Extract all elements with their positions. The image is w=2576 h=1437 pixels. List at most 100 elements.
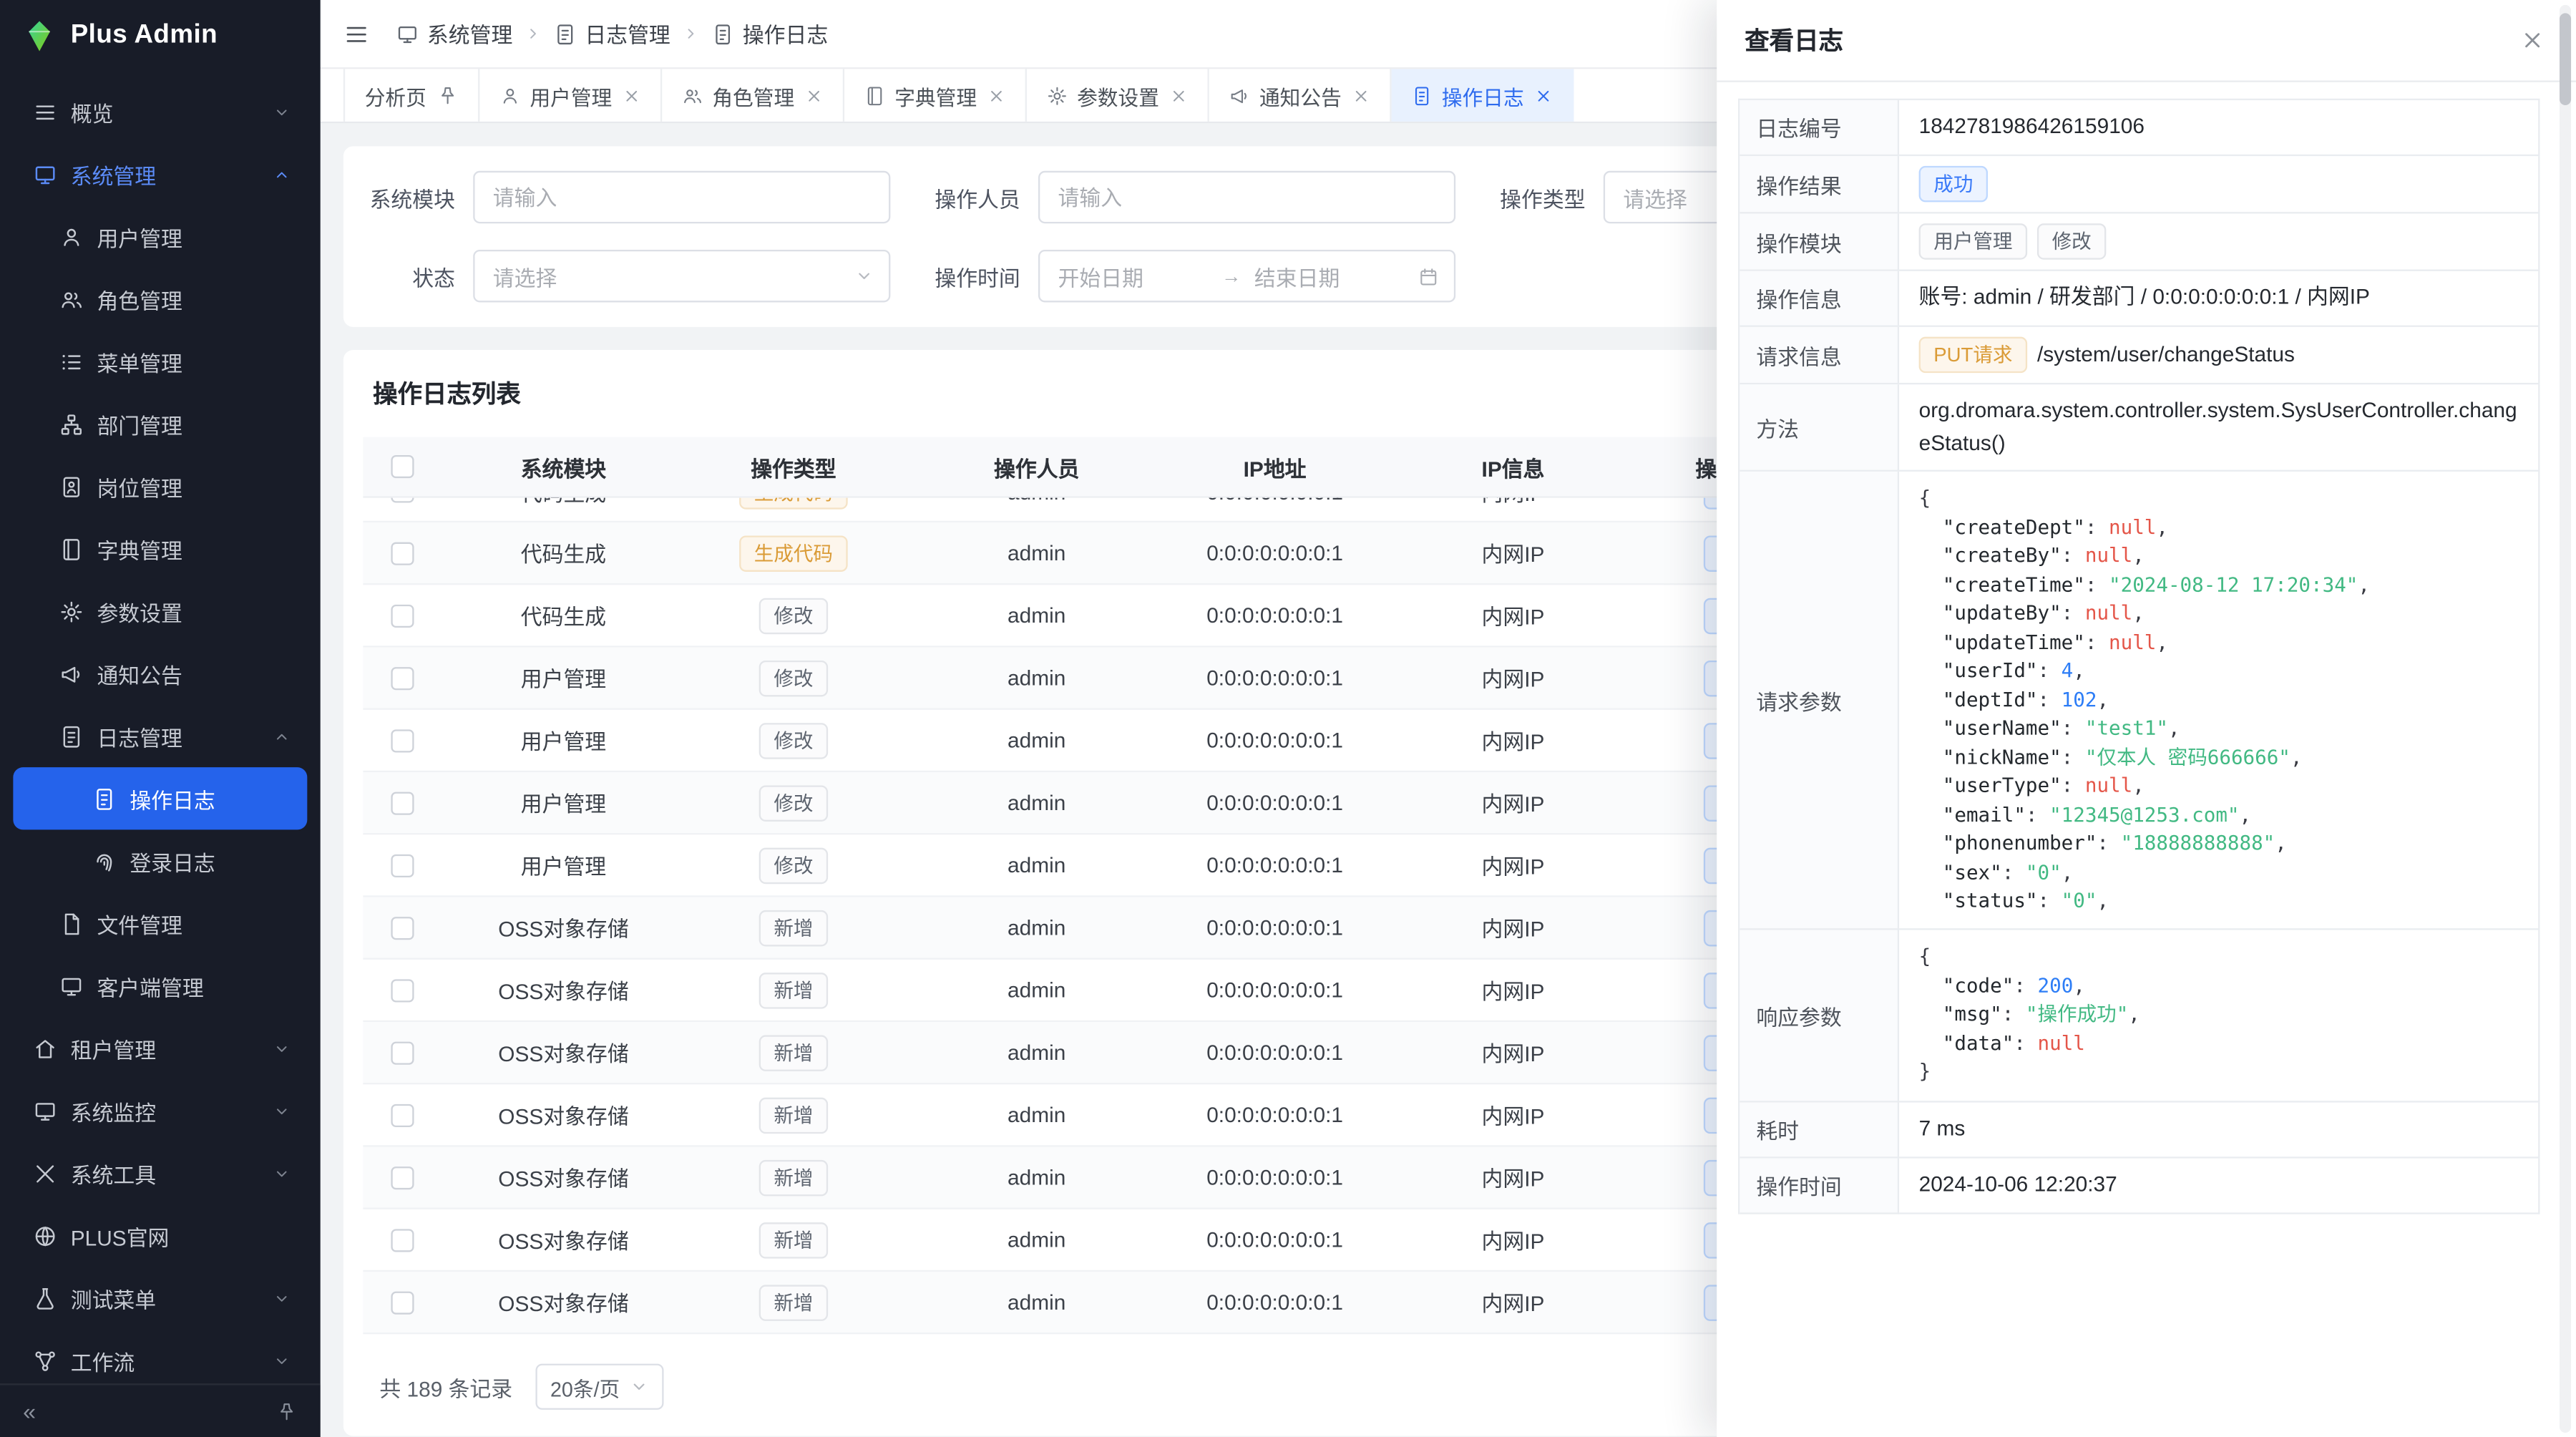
tab-param-settings[interactable]: 参数设置 bbox=[1026, 69, 1209, 121]
cell-ip-info: 内网IP bbox=[1378, 771, 1648, 834]
row-checkbox[interactable] bbox=[391, 729, 414, 751]
row-checkbox[interactable] bbox=[391, 498, 414, 503]
filter-operator: 操作人员 bbox=[935, 171, 1455, 223]
row-checkbox[interactable] bbox=[391, 1228, 414, 1251]
row-checkbox[interactable] bbox=[391, 916, 414, 939]
row-checkbox[interactable] bbox=[391, 1041, 414, 1063]
cell-ip-info: 内网IP bbox=[1378, 584, 1648, 646]
lines-icon bbox=[33, 99, 57, 124]
cell-ip: 0:0:0:0:0:0:0:1 bbox=[1171, 646, 1378, 708]
cell-module: OSS对象存储 bbox=[442, 1146, 686, 1208]
cell-module: OSS对象存储 bbox=[442, 1271, 686, 1333]
tab-dict-mgmt[interactable]: 字典管理 bbox=[844, 69, 1026, 121]
breadcrumb-item-operation-log[interactable]: 操作日志 bbox=[711, 18, 828, 49]
close-icon[interactable] bbox=[1169, 87, 1187, 104]
sidebar-item-login-log[interactable]: 登录日志 bbox=[13, 829, 307, 892]
sidebar-item-dept-mgmt[interactable]: 部门管理 bbox=[13, 393, 307, 455]
close-icon[interactable] bbox=[804, 87, 822, 104]
collapse-sidebar-icon[interactable]: « bbox=[23, 1400, 36, 1423]
hamburger-icon[interactable] bbox=[343, 21, 370, 47]
cell-ip: 0:0:0:0:0:0:0:1 bbox=[1171, 1083, 1378, 1146]
cell-ip-info: 内网IP bbox=[1378, 1209, 1648, 1271]
cell-operator: admin bbox=[902, 1271, 1171, 1333]
pin-icon[interactable] bbox=[276, 1401, 298, 1422]
gear-icon bbox=[59, 599, 84, 623]
breadcrumb-item-system-mgmt[interactable]: 系统管理 bbox=[396, 18, 512, 49]
scrollbar-track[interactable] bbox=[2560, 5, 2571, 1433]
sidebar-item-operation-log[interactable]: 操作日志 bbox=[13, 767, 307, 829]
operator-input[interactable] bbox=[1038, 171, 1455, 223]
tab-operation-log[interactable]: 操作日志 bbox=[1391, 69, 1574, 121]
sidebar-item-post-mgmt[interactable]: 岗位管理 bbox=[13, 455, 307, 517]
sidebar-menu: 概览 系统管理 用户管理 角色管理 菜单管理 部门管理 岗位管理 字典管理 参数… bbox=[0, 72, 321, 1392]
filter-system-module: 系统模块 bbox=[370, 171, 891, 223]
select-all-checkbox[interactable] bbox=[391, 455, 414, 478]
gear-icon bbox=[1045, 84, 1067, 106]
sidebar-item-client-mgmt[interactable]: 客户端管理 bbox=[13, 955, 307, 1017]
sidebar-item-overview[interactable]: 概览 bbox=[13, 80, 307, 142]
close-icon[interactable] bbox=[622, 87, 640, 104]
log-detail-table: 日志编号 1842781986426159106 操作结果 成功 操作模块 用户… bbox=[1738, 99, 2540, 1214]
sidebar-item-tenant-mgmt[interactable]: 租户管理 bbox=[13, 1017, 307, 1079]
field-cost-label: 耗时 bbox=[1740, 1102, 1899, 1158]
field-info-label: 操作信息 bbox=[1740, 271, 1899, 327]
sidebar-item-log-mgmt[interactable]: 日志管理 bbox=[13, 705, 307, 767]
close-icon[interactable] bbox=[987, 87, 1005, 104]
close-icon[interactable] bbox=[1352, 87, 1370, 104]
sidebar-item-system-tools[interactable]: 系统工具 bbox=[13, 1142, 307, 1204]
total-records: 共 189 条记录 bbox=[379, 1371, 512, 1403]
request-params-json[interactable]: { "createDept": null, "createBy": null, … bbox=[1899, 472, 2538, 929]
doc-icon bbox=[711, 22, 734, 45]
sidebar-item-dict-mgmt[interactable]: 字典管理 bbox=[13, 517, 307, 580]
cell-operator: admin bbox=[902, 959, 1171, 1021]
sidebar-item-system-mgmt[interactable]: 系统管理 bbox=[13, 143, 307, 205]
pin-icon[interactable] bbox=[436, 84, 458, 106]
row-checkbox[interactable] bbox=[391, 791, 414, 814]
end-date-placeholder[interactable]: 结束日期 bbox=[1254, 260, 1405, 292]
tab-analysis[interactable]: 分析页 bbox=[343, 69, 479, 121]
sidebar-item-workflow[interactable]: 工作流 bbox=[13, 1329, 307, 1391]
sidebar: Plus Admin 概览 系统管理 用户管理 角色管理 菜单管理 部门管理 岗… bbox=[0, 0, 321, 1437]
logo-gem-icon bbox=[21, 18, 58, 54]
time-range-picker[interactable]: 开始日期 → 结束日期 bbox=[1038, 250, 1455, 302]
module-action-tag: 修改 bbox=[2037, 223, 2106, 260]
sidebar-item-notice[interactable]: 通知公告 bbox=[13, 643, 307, 705]
row-checkbox[interactable] bbox=[391, 666, 414, 689]
sidebar-item-user-mgmt[interactable]: 用户管理 bbox=[13, 205, 307, 268]
sidebar-item-param-settings[interactable]: 参数设置 bbox=[13, 580, 307, 642]
sidebar-item-role-mgmt[interactable]: 角色管理 bbox=[13, 268, 307, 330]
module-input[interactable] bbox=[473, 171, 890, 223]
cell-ip-info: 内网IP bbox=[1378, 646, 1648, 708]
row-checkbox[interactable] bbox=[391, 1104, 414, 1126]
sidebar-item-system-monitor[interactable]: 系统监控 bbox=[13, 1079, 307, 1141]
sidebar-item-menu-mgmt[interactable]: 菜单管理 bbox=[13, 330, 307, 392]
page-size-select[interactable]: 20条/页 bbox=[535, 1364, 664, 1410]
field-request-label: 请求信息 bbox=[1740, 327, 1899, 384]
globe-icon bbox=[33, 1223, 57, 1247]
app-title: Plus Admin bbox=[71, 21, 218, 51]
breadcrumb-item-log-mgmt[interactable]: 日志管理 bbox=[554, 18, 670, 49]
close-icon[interactable] bbox=[2520, 28, 2545, 52]
sidebar-item-plus-website[interactable]: PLUS官网 bbox=[13, 1204, 307, 1267]
status-select[interactable]: 请选择 bbox=[473, 250, 890, 302]
type-tag: 新增 bbox=[759, 1222, 828, 1258]
row-checkbox[interactable] bbox=[391, 1166, 414, 1189]
row-checkbox[interactable] bbox=[391, 541, 414, 564]
row-checkbox[interactable] bbox=[391, 854, 414, 877]
type-tag: 修改 bbox=[759, 847, 828, 884]
tab-user-mgmt[interactable]: 用户管理 bbox=[479, 69, 661, 121]
scrollbar-thumb[interactable] bbox=[2560, 13, 2571, 105]
log-detail-drawer: 查看日志 日志编号 1842781986426159106 操作结果 成功 操作… bbox=[1717, 0, 2576, 1437]
cell-operator: admin bbox=[902, 709, 1171, 771]
start-date-placeholder[interactable]: 开始日期 bbox=[1058, 260, 1209, 292]
sidebar-item-test-menu[interactable]: 测试菜单 bbox=[13, 1267, 307, 1329]
tab-notice[interactable]: 通知公告 bbox=[1209, 69, 1391, 121]
row-checkbox[interactable] bbox=[391, 1290, 414, 1313]
tab-role-mgmt[interactable]: 角色管理 bbox=[661, 69, 844, 121]
field-op-time-value: 2024-10-06 12:20:37 bbox=[1899, 1158, 2540, 1214]
sidebar-item-file-mgmt[interactable]: 文件管理 bbox=[13, 892, 307, 955]
close-icon[interactable] bbox=[1533, 87, 1551, 104]
row-checkbox[interactable] bbox=[391, 604, 414, 627]
users-icon bbox=[59, 287, 84, 311]
row-checkbox[interactable] bbox=[391, 978, 414, 1001]
